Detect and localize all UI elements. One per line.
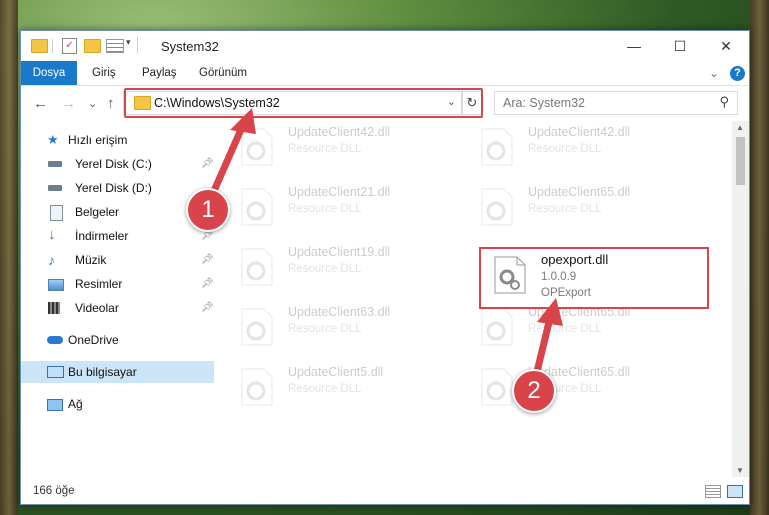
arrow-2-head	[537, 298, 563, 326]
step-2-badge: 2	[512, 369, 556, 413]
annotation-arrows	[206, 108, 563, 384]
arrow-1-head	[230, 108, 256, 134]
step-1-badge: 1	[186, 188, 230, 232]
